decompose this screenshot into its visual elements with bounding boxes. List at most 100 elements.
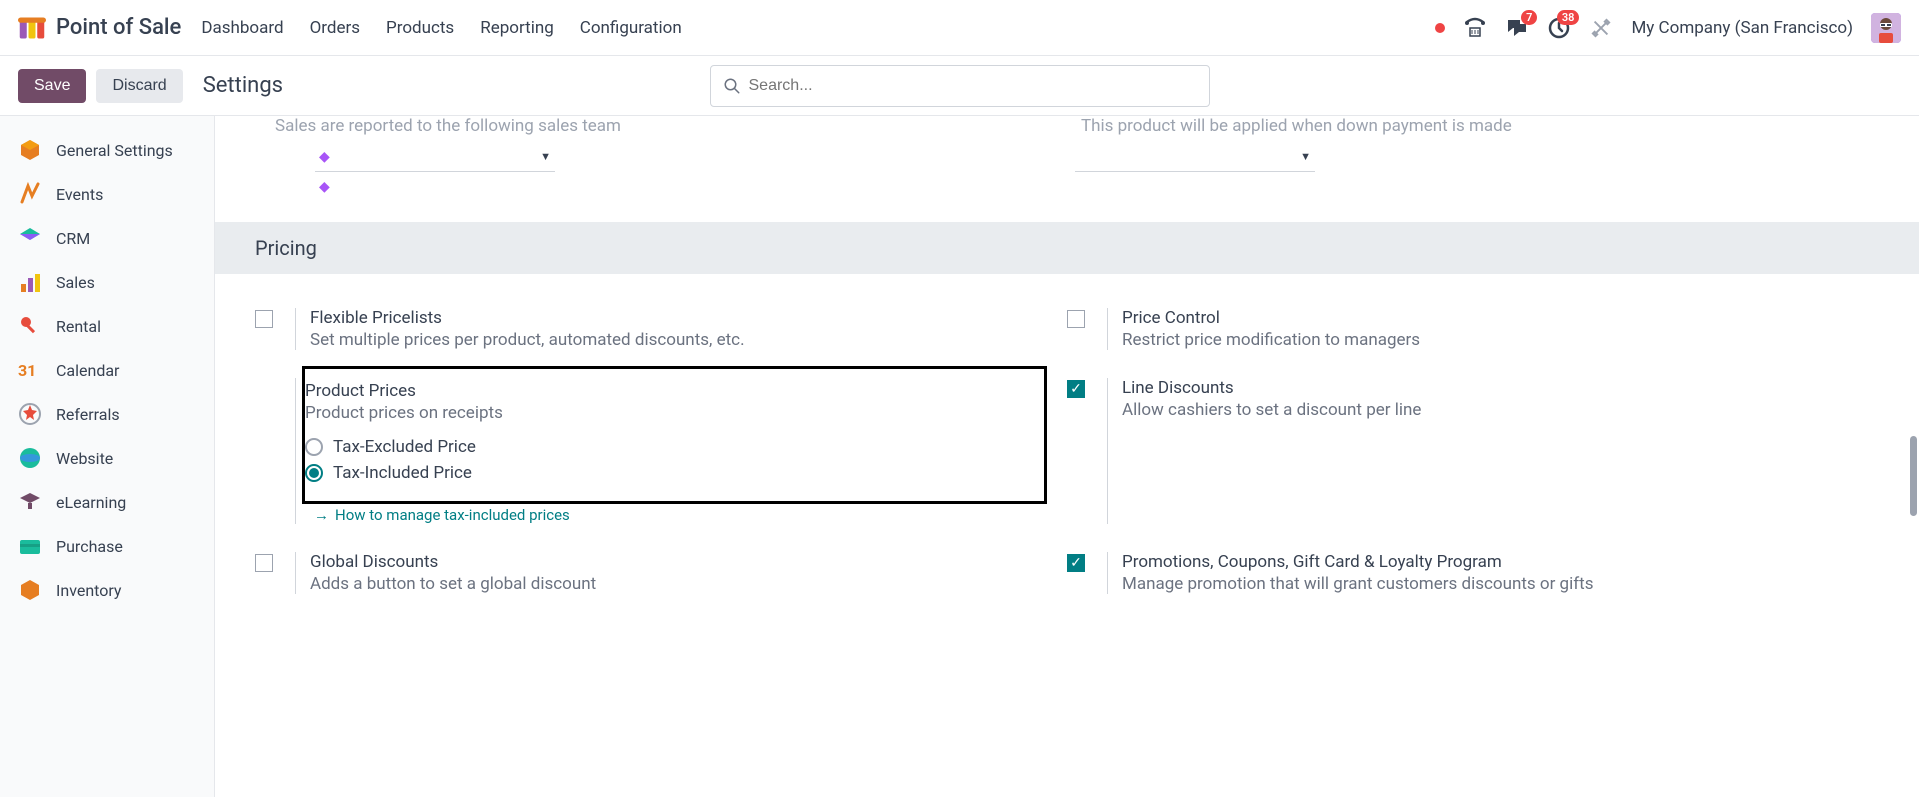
notification-dot-icon[interactable] <box>1435 23 1445 33</box>
setting-title: Promotions, Coupons, Gift Card & Loyalty… <box>1122 552 1859 572</box>
sidebar-item-sales[interactable]: Sales <box>0 260 214 304</box>
events-icon <box>18 182 42 206</box>
settings-sidebar: General Settings Events CRM Sales Rental… <box>0 116 215 797</box>
chevron-down-icon: ▼ <box>1300 150 1311 163</box>
search-wrap <box>710 65 1210 107</box>
sidebar-label: Calendar <box>56 361 119 380</box>
inventory-icon <box>18 578 42 602</box>
settings-content: Sales are reported to the following sale… <box>215 116 1919 797</box>
setting-product-prices: Product Prices Product prices on receipt… <box>255 364 1067 538</box>
sidebar-item-rental[interactable]: Rental <box>0 304 214 348</box>
user-avatar[interactable] <box>1871 13 1901 43</box>
setting-desc: Adds a button to set a global discount <box>310 574 1047 594</box>
sidebar-label: Sales <box>56 273 95 292</box>
setting-desc: Set multiple prices per product, automat… <box>310 330 1047 350</box>
action-bar: Save Discard Settings <box>0 56 1919 116</box>
nav-reporting[interactable]: Reporting <box>480 18 554 38</box>
price-control-checkbox[interactable] <box>1067 310 1085 328</box>
calendar-icon: 31 <box>18 358 42 382</box>
sidebar-label: CRM <box>56 229 90 248</box>
tax-excluded-option[interactable]: Tax-Excluded Price <box>305 437 1030 457</box>
setting-global-discounts: Global Discounts Adds a button to set a … <box>255 538 1067 608</box>
app-title: Point of Sale <box>56 15 181 40</box>
elearning-icon <box>18 490 42 514</box>
deposit-product-dropdown[interactable]: ▼ <box>1075 142 1315 172</box>
purchase-icon <box>18 534 42 558</box>
scrollbar-thumb[interactable] <box>1910 436 1917 516</box>
partial-left-text: Sales are reported to the following sale… <box>275 116 621 136</box>
search-box[interactable] <box>710 65 1210 107</box>
partial-section: Sales are reported to the following sale… <box>215 116 1919 222</box>
radio-icon <box>305 438 323 456</box>
sidebar-label: Events <box>56 185 103 204</box>
rental-icon <box>18 314 42 338</box>
sidebar-label: Referrals <box>56 405 120 424</box>
setting-price-control: Price Control Restrict price modificatio… <box>1067 294 1879 364</box>
discard-button[interactable]: Discard <box>96 69 182 103</box>
sales-icon <box>18 270 42 294</box>
app-logo-area[interactable]: Point of Sale <box>18 14 181 42</box>
nav-configuration[interactable]: Configuration <box>580 18 682 38</box>
sidebar-label: eLearning <box>56 493 126 512</box>
setting-promotions: ✓ Promotions, Coupons, Gift Card & Loyal… <box>1067 538 1879 608</box>
setting-desc: Restrict price modification to managers <box>1122 330 1859 350</box>
pricing-section-header: Pricing <box>215 222 1919 274</box>
product-prices-highlight: Product Prices Product prices on receipt… <box>302 366 1047 504</box>
setting-desc: Allow cashiers to set a discount per lin… <box>1122 400 1859 420</box>
pos-logo-icon <box>18 14 46 42</box>
chevron-down-icon: ▼ <box>540 150 551 163</box>
sidebar-item-crm[interactable]: CRM <box>0 216 214 260</box>
setting-title: Global Discounts <box>310 552 1047 572</box>
activity-clock-icon[interactable]: 38 <box>1547 16 1571 40</box>
gem-icon: ◆ <box>319 179 330 195</box>
sidebar-item-events[interactable]: Events <box>0 172 214 216</box>
sidebar-item-elearning[interactable]: eLearning <box>0 480 214 524</box>
sidebar-label: Inventory <box>56 581 122 600</box>
radio-selected-icon <box>305 464 323 482</box>
website-icon <box>18 446 42 470</box>
setting-desc: Product prices on receipts <box>305 403 1030 423</box>
sidebar-label: General Settings <box>56 141 173 160</box>
page-title: Settings <box>203 73 283 98</box>
tools-icon[interactable] <box>1589 16 1613 40</box>
search-icon <box>723 77 741 95</box>
nav-orders[interactable]: Orders <box>310 18 360 38</box>
crm-icon <box>18 226 42 250</box>
topbar-right: 7 38 My Company (San Francisco) <box>1435 13 1901 43</box>
nav-menu: Dashboard Orders Products Reporting Conf… <box>201 18 681 38</box>
setting-title: Line Discounts <box>1122 378 1859 398</box>
save-button[interactable]: Save <box>18 69 86 103</box>
phone-icon[interactable] <box>1463 16 1487 40</box>
flexible-pricelists-checkbox[interactable] <box>255 310 273 328</box>
sidebar-item-calendar[interactable]: 31 Calendar <box>0 348 214 392</box>
sales-team-dropdown[interactable]: ◆▼ <box>315 142 555 172</box>
global-discounts-checkbox[interactable] <box>255 554 273 572</box>
line-discounts-checkbox[interactable]: ✓ <box>1067 380 1085 398</box>
sidebar-item-general[interactable]: General Settings <box>0 128 214 172</box>
tax-included-option[interactable]: Tax-Included Price <box>305 463 1030 483</box>
nav-products[interactable]: Products <box>386 18 454 38</box>
tax-help-link[interactable]: →How to manage tax-included prices <box>314 506 1047 524</box>
setting-desc: Manage promotion that will grant custome… <box>1122 574 1859 594</box>
promotions-checkbox[interactable]: ✓ <box>1067 554 1085 572</box>
partial-right-text: This product will be applied when down p… <box>1081 116 1512 136</box>
sidebar-label: Website <box>56 449 113 468</box>
setting-title: Price Control <box>1122 308 1859 328</box>
sales-team-tag[interactable]: ◆ <box>315 172 555 202</box>
gem-icon: ◆ <box>319 149 330 165</box>
sidebar-item-referrals[interactable]: Referrals <box>0 392 214 436</box>
chat-icon[interactable]: 7 <box>1505 16 1529 40</box>
layout: General Settings Events CRM Sales Rental… <box>0 116 1919 797</box>
company-selector[interactable]: My Company (San Francisco) <box>1631 18 1853 38</box>
setting-title: Flexible Pricelists <box>310 308 1047 328</box>
referrals-icon <box>18 402 42 426</box>
sidebar-item-website[interactable]: Website <box>0 436 214 480</box>
topbar: Point of Sale Dashboard Orders Products … <box>0 0 1919 56</box>
svg-text:31: 31 <box>18 361 36 380</box>
sidebar-item-purchase[interactable]: Purchase <box>0 524 214 568</box>
sidebar-item-inventory[interactable]: Inventory <box>0 568 214 612</box>
setting-flexible-pricelists: Flexible Pricelists Set multiple prices … <box>255 294 1067 364</box>
nav-dashboard[interactable]: Dashboard <box>201 18 283 38</box>
search-input[interactable] <box>749 77 1197 95</box>
activity-badge: 38 <box>1557 10 1580 25</box>
